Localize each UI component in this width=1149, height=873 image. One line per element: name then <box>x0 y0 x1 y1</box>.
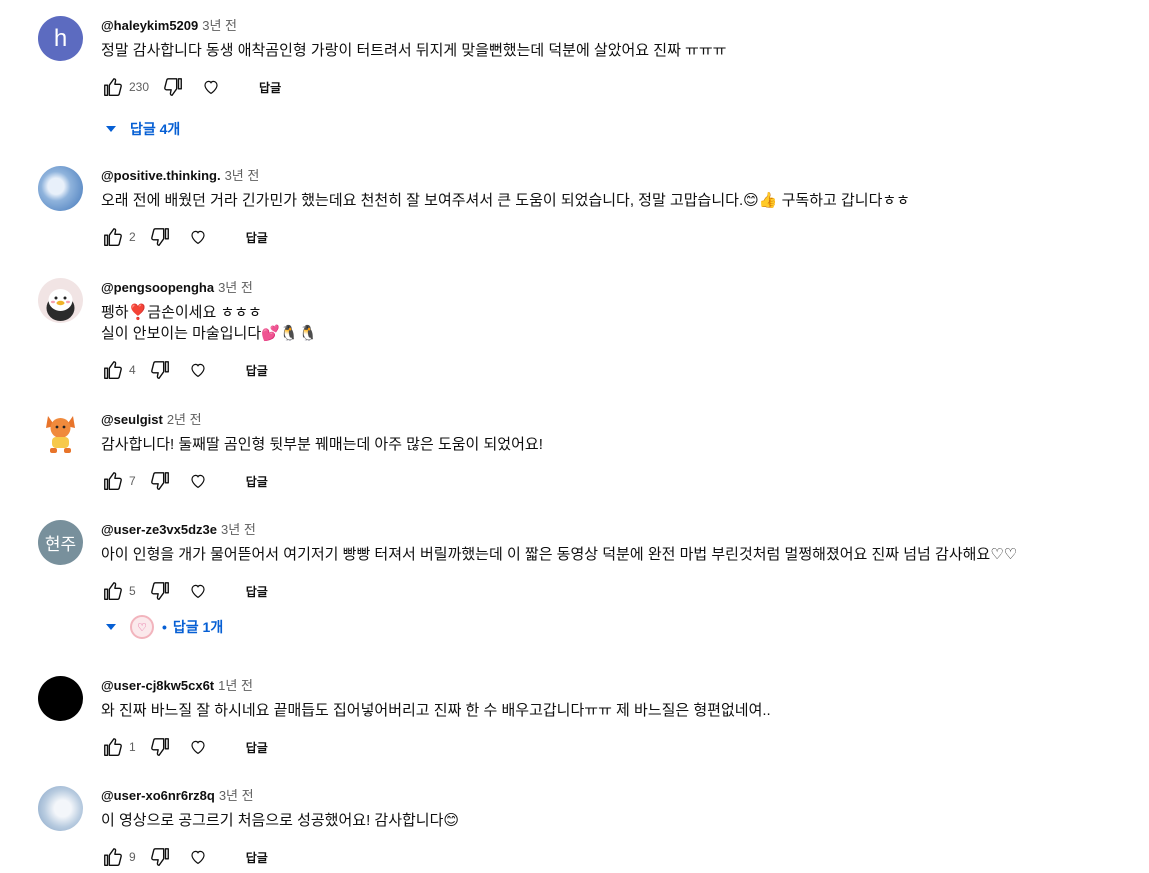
dislike-icon[interactable] <box>148 579 172 603</box>
avatar[interactable] <box>38 166 83 211</box>
heart-icon[interactable] <box>186 579 210 603</box>
reply-button[interactable]: 답글 <box>240 358 274 383</box>
comment-text: 와 진짜 바느질 잘 하시네요 끝매듭도 집어넣어버리고 진짜 한 수 배우고갑… <box>101 702 771 719</box>
comment-text: 이 영상으로 공그르기 처음으로 성공했어요! 감사합니다😊 <box>101 812 460 829</box>
like-icon[interactable] <box>101 735 125 759</box>
heart-icon[interactable] <box>186 225 210 249</box>
comment-text: 펭하❣️금손이세요 ㅎㅎㅎ 실이 안보이는 마술입니다💕🐧🐧 <box>101 304 318 342</box>
reply-button[interactable]: 답글 <box>253 75 287 100</box>
comment-actions: 4 답글 <box>101 354 1138 386</box>
avatar[interactable] <box>38 410 83 455</box>
dislike-icon[interactable] <box>148 358 172 382</box>
author-name[interactable]: @pengsoopengha <box>101 280 214 295</box>
like-icon[interactable] <box>101 75 125 99</box>
comment-header: @pengsoopengha 3년 전 <box>101 278 1138 298</box>
like-icon[interactable] <box>101 225 125 249</box>
like-icon[interactable] <box>101 845 125 869</box>
like-icon[interactable] <box>101 579 125 603</box>
avatar[interactable] <box>38 278 83 323</box>
reply-button[interactable]: 답글 <box>240 845 274 870</box>
like-count: 9 <box>129 850 136 864</box>
heart-icon[interactable] <box>186 358 210 382</box>
heart-icon[interactable] <box>199 75 223 99</box>
fox-character-icon <box>46 416 75 453</box>
timestamp[interactable]: 1년 전 <box>218 678 253 693</box>
dislike-icon[interactable] <box>148 469 172 493</box>
comment-actions: 5 답글 <box>101 575 1138 607</box>
like-count: 7 <box>129 474 136 488</box>
reply-button[interactable]: 답글 <box>240 225 274 250</box>
chevron-down-icon <box>106 624 116 630</box>
reply-button[interactable]: 답글 <box>240 469 274 494</box>
timestamp[interactable]: 3년 전 <box>219 788 254 803</box>
author-name[interactable]: @user-cj8kw5cx6t <box>101 678 214 693</box>
view-replies-button[interactable]: ♡ • 답글 1개 <box>106 613 1138 641</box>
comment-actions: 9 답글 <box>101 841 1138 873</box>
penguin-icon <box>46 289 75 321</box>
comment-header: @positive.thinking. 3년 전 <box>101 166 1138 186</box>
comment-actions: 2 답글 <box>101 221 1138 253</box>
heart-icon[interactable] <box>186 469 210 493</box>
avatar[interactable] <box>38 786 83 831</box>
like-count: 2 <box>129 230 136 244</box>
like-icon[interactable] <box>101 358 125 382</box>
heart-icon[interactable] <box>186 845 210 869</box>
comment-actions: 230 답글 <box>101 71 1138 103</box>
author-name[interactable]: @user-xo6nr6rz8q <box>101 788 215 803</box>
avatar[interactable]: 현주 <box>38 520 83 565</box>
timestamp[interactable]: 3년 전 <box>221 522 256 537</box>
like-icon[interactable] <box>101 469 125 493</box>
heart-icon[interactable] <box>186 735 210 759</box>
timestamp[interactable]: 3년 전 <box>225 168 260 183</box>
comment-actions: 7 답글 <box>101 465 1138 497</box>
like-count: 5 <box>129 584 136 598</box>
creator-avatar: ♡ <box>130 615 154 639</box>
comment-header: @user-cj8kw5cx6t 1년 전 <box>101 676 1138 696</box>
author-name[interactable]: @positive.thinking. <box>101 168 221 183</box>
comment-header: @seulgist 2년 전 <box>101 410 1138 430</box>
replies-count: 답글 4개 <box>130 121 181 137</box>
chevron-down-icon <box>106 126 116 132</box>
like-count: 1 <box>129 740 136 754</box>
comment-text: 아이 인형을 개가 물어뜯어서 여기저기 빵빵 터져서 버릴까했는데 이 짧은 … <box>101 546 1018 563</box>
view-replies-button[interactable]: 답글 4개 <box>106 115 1138 143</box>
comment-text: 감사합니다! 둘째딸 곰인형 뒷부분 꿰매는데 아주 많은 도움이 되었어요! <box>101 436 543 453</box>
reply-button[interactable]: 답글 <box>240 579 274 604</box>
comment-header: @user-xo6nr6rz8q 3년 전 <box>101 786 1138 806</box>
comment-text: 오래 전에 배웠던 거라 긴가민가 했는데요 천천히 잘 보여주셔서 큰 도움이… <box>101 192 910 209</box>
dislike-icon[interactable] <box>148 225 172 249</box>
avatar[interactable] <box>38 676 83 721</box>
like-count: 4 <box>129 363 136 377</box>
dislike-icon[interactable] <box>161 75 185 99</box>
comment-header: @user-ze3vx5dz3e 3년 전 <box>101 520 1138 540</box>
comment-actions: 1 답글 <box>101 731 1138 763</box>
author-name[interactable]: @haleykim5209 <box>101 18 198 33</box>
author-name[interactable]: @user-ze3vx5dz3e <box>101 522 217 537</box>
replies-count: 답글 1개 <box>172 619 224 635</box>
comment-header: @haleykim5209 3년 전 <box>101 16 1138 36</box>
avatar[interactable]: h <box>38 16 83 61</box>
dislike-icon[interactable] <box>148 845 172 869</box>
author-name[interactable]: @seulgist <box>101 412 163 427</box>
separator-dot: • <box>162 619 167 635</box>
timestamp[interactable]: 2년 전 <box>167 412 202 427</box>
comment-text: 정말 감사합니다 동생 애착곰인형 가랑이 터트려서 뒤지게 맞을뻔했는데 덕분… <box>101 42 727 59</box>
like-count: 230 <box>129 80 150 94</box>
reply-button[interactable]: 답글 <box>240 735 274 760</box>
timestamp[interactable]: 3년 전 <box>218 280 253 295</box>
dislike-icon[interactable] <box>148 735 172 759</box>
timestamp[interactable]: 3년 전 <box>202 18 237 33</box>
